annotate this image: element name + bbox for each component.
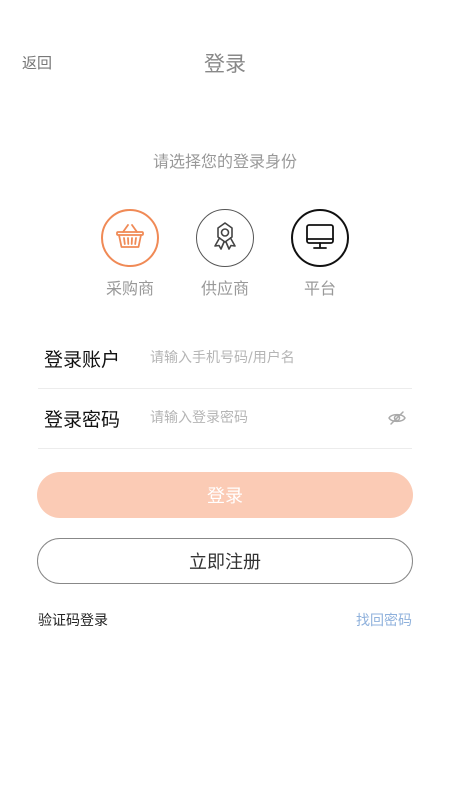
role-label-supplier: 供应商 xyxy=(200,279,249,298)
password-label: 登录密码 xyxy=(44,408,121,431)
monitor-icon xyxy=(302,218,338,258)
login-button[interactable]: 登录 xyxy=(37,472,413,518)
role-option-supplier[interactable]: 供应商 xyxy=(180,209,270,299)
role-platform-circle xyxy=(291,209,349,267)
account-label: 登录账户 xyxy=(44,348,121,371)
role-supplier-circle xyxy=(196,209,254,267)
basket-icon xyxy=(112,218,148,258)
password-row: 登录密码 xyxy=(38,388,412,449)
role-prompt: 请选择您的登录身份 xyxy=(152,152,297,171)
role-label-platform: 平台 xyxy=(303,279,336,298)
role-option-platform[interactable]: 平台 xyxy=(275,209,365,299)
role-option-buyer[interactable]: 采购商 xyxy=(85,209,175,299)
register-button[interactable]: 立即注册 xyxy=(37,538,413,584)
forgot-password-link[interactable]: 找回密码 xyxy=(356,610,412,630)
password-input[interactable] xyxy=(150,410,386,426)
account-row: 登录账户 xyxy=(38,328,412,389)
role-label-buyer: 采购商 xyxy=(105,279,154,298)
page-title: 登录 xyxy=(204,52,246,76)
award-ribbon-icon xyxy=(207,218,243,258)
sms-login-link[interactable]: 验证码登录 xyxy=(38,610,108,630)
eye-off-icon[interactable] xyxy=(386,407,408,429)
role-buyer-circle xyxy=(101,209,159,267)
account-input[interactable] xyxy=(150,350,412,366)
